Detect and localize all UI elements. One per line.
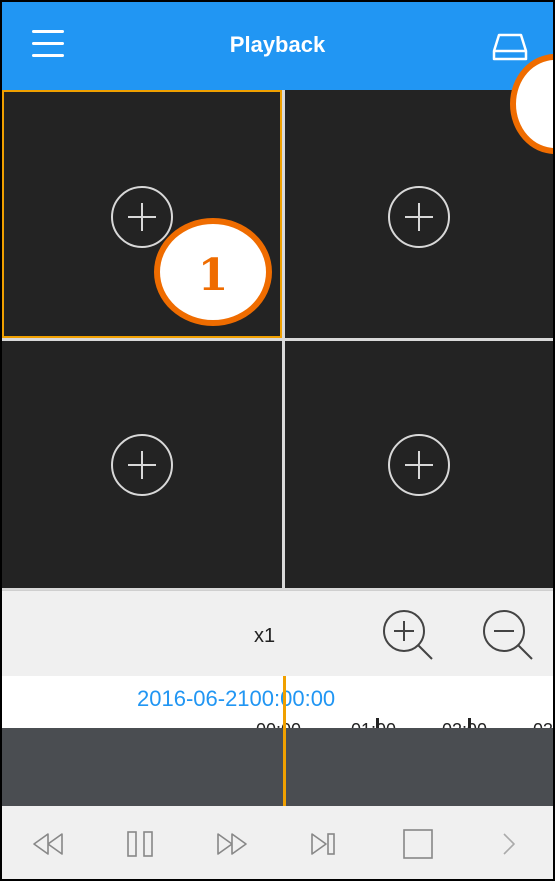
video-cell-bottom-right[interactable] — [285, 341, 553, 588]
zoom-in-icon[interactable] — [380, 607, 436, 663]
app-frame: Playback 1 x1 2016-06-2100:00:00 — [0, 0, 555, 881]
add-channel-icon[interactable] — [110, 433, 174, 497]
timeline-datetime: 2016-06-2100:00:00 — [137, 686, 336, 711]
video-grid — [2, 90, 553, 590]
callout-marker-1: 1 — [154, 218, 272, 326]
callout-label: 1 — [197, 250, 229, 301]
playback-controls-bar: x1 — [2, 590, 553, 677]
timeline-track[interactable] — [2, 728, 553, 806]
bottom-toolbar — [2, 806, 553, 879]
timeline-cursor[interactable] — [283, 676, 286, 806]
video-cell-bottom-left[interactable] — [2, 341, 282, 588]
timeline-scale: 2016-06-2100:00:00 00:00 01:00 02:00 03 — [2, 676, 553, 740]
rewind-icon[interactable] — [28, 826, 68, 862]
tick-mark — [468, 718, 471, 728]
page-title: Playback — [229, 32, 326, 57]
speed-indicator[interactable]: x1 — [254, 625, 275, 648]
pause-icon[interactable] — [120, 826, 160, 862]
timeline[interactable]: 2016-06-2100:00:00 00:00 01:00 02:00 03 — [2, 676, 553, 806]
video-cell-top-right[interactable] — [285, 90, 553, 338]
tick-mark — [376, 718, 379, 728]
hard-drive-icon[interactable] — [492, 32, 528, 62]
add-channel-icon[interactable] — [387, 433, 451, 497]
fast-forward-icon[interactable] — [212, 826, 252, 862]
step-forward-icon[interactable] — [304, 826, 344, 862]
add-channel-icon[interactable] — [387, 185, 451, 249]
stop-icon[interactable] — [398, 826, 438, 862]
next-icon[interactable] — [490, 826, 530, 862]
zoom-out-icon[interactable] — [480, 607, 536, 663]
app-header: Playback — [2, 2, 553, 90]
